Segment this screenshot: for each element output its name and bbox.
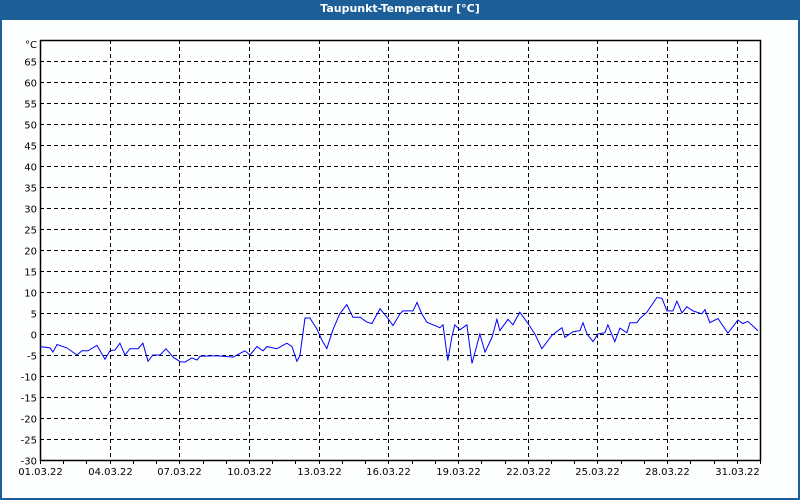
y-tick-label: 30 — [24, 205, 37, 216]
x-tick-label: 25.03.22 — [575, 467, 620, 478]
x-tick-label: 28.03.22 — [645, 467, 690, 478]
y-tick-label: 35 — [24, 184, 37, 195]
y-tick-label: 45 — [24, 142, 37, 153]
y-tick-label: 10 — [24, 289, 37, 300]
y-tick-label: -30 — [21, 457, 37, 468]
y-tick-label: 25 — [24, 226, 37, 237]
x-tick-label: 16.03.22 — [366, 467, 411, 478]
dewpoint-series-line — [39, 296, 759, 364]
y-tick-label: 20 — [24, 247, 37, 258]
y-tick-label: 55 — [24, 100, 37, 111]
y-tick-label: 40 — [24, 163, 37, 174]
y-tick-label: 15 — [24, 268, 37, 279]
y-tick-label: -25 — [21, 436, 37, 447]
x-tick-label: 07.03.22 — [157, 467, 202, 478]
y-tick-label: -10 — [21, 373, 37, 384]
dewpoint-chart: -30 -25 -20 -15 -10 -5 0 5 10 15 20 25 30 35 40 45 50 55 6… — [18, 39, 762, 478]
y-tick-label: -15 — [21, 394, 37, 405]
y-tick-label: 0 — [31, 331, 37, 342]
y-tick-label: -5 — [27, 352, 37, 363]
y-tick-label: 50 — [24, 121, 37, 132]
x-tick-label: 13.03.22 — [297, 467, 342, 478]
y-tick-label: -20 — [21, 415, 37, 426]
x-tick-label: 04.03.22 — [88, 467, 133, 478]
x-tick-label: 19.03.22 — [436, 467, 481, 478]
y-axis-unit: °C — [25, 40, 37, 51]
x-tick-label: 01.03.22 — [18, 467, 63, 478]
x-tick-label: 10.03.22 — [227, 467, 272, 478]
y-tick-label: 65 — [24, 58, 37, 69]
x-tick-label: 22.03.22 — [506, 467, 551, 478]
y-tick-label: 5 — [31, 310, 37, 321]
x-tick-label: 31.03.22 — [715, 467, 760, 478]
y-tick-label: 60 — [24, 79, 37, 90]
